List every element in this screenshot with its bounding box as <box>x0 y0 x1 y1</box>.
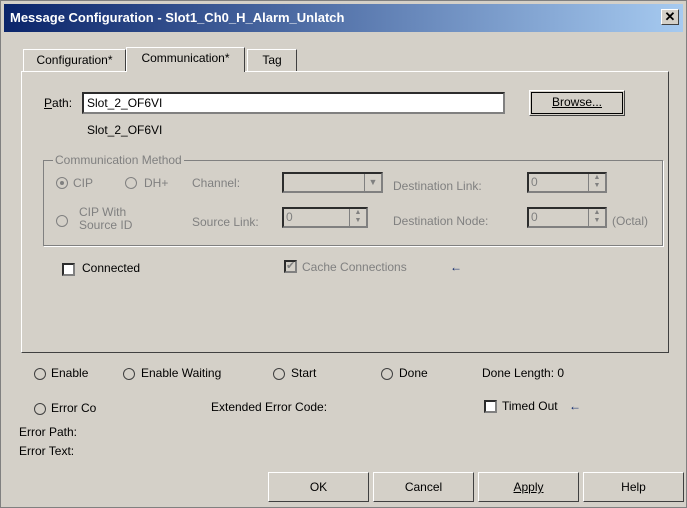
tab-communication[interactable]: Communication* <box>126 47 245 72</box>
connected-label: Connected <box>82 261 141 275</box>
octal-label: (Octal) <box>612 214 648 228</box>
cip-with-source-label: CIP With Source ID <box>79 205 133 232</box>
destination-link-spinner[interactable]: 0 ▲ ▼ <box>527 172 607 193</box>
arrow-left-icon: ← <box>450 260 462 274</box>
spinner-arrows-icon: ▲ ▼ <box>588 174 605 191</box>
enable-indicator <box>34 368 46 380</box>
cancel-button[interactable]: Cancel <box>373 472 474 502</box>
cache-connections-label: Cache Connections <box>302 260 407 274</box>
channel-label: Channel: <box>192 176 241 190</box>
window-title: Message Configuration - Slot1_Ch0_H_Alar… <box>10 10 345 25</box>
done-indicator <box>381 368 393 380</box>
error-path-label: Error Path: <box>19 425 78 439</box>
enable-label: Enable <box>51 366 89 380</box>
message-configuration-dialog: Message Configuration - Slot1_Ch0_H_Alar… <box>0 0 687 508</box>
error-text-label: Error Text: <box>19 444 75 458</box>
error-code-indicator <box>34 403 46 415</box>
dhplus-radio[interactable] <box>125 177 137 189</box>
resolved-path: Slot_2_OF6VI <box>87 123 163 137</box>
checkmark-icon: ✔ <box>286 260 296 272</box>
start-indicator <box>273 368 285 380</box>
done-length-label: Done Length: 0 <box>482 366 565 380</box>
cip-with-source-radio[interactable] <box>56 215 68 227</box>
title-bar[interactable]: Message Configuration - Slot1_Ch0_H_Alar… <box>4 4 683 32</box>
channel-combo[interactable]: ▼ <box>282 172 383 193</box>
browse-button[interactable]: Browse... <box>529 90 625 116</box>
cip-label: CIP <box>73 176 94 190</box>
destination-node-label: Destination Node: <box>393 214 489 228</box>
source-link-label: Source Link: <box>192 215 259 229</box>
chevron-down-icon: ▼ <box>364 174 381 191</box>
path-label: Path: <box>44 96 73 110</box>
timed-out-checkbox[interactable] <box>484 400 497 413</box>
destination-node-spinner[interactable]: 0 ▲ ▼ <box>527 207 607 228</box>
enable-waiting-label: Enable Waiting <box>141 366 222 380</box>
close-icon: ✕ <box>664 9 676 24</box>
help-button[interactable]: Help <box>583 472 684 502</box>
tab-configuration[interactable]: Configuration* <box>23 49 126 71</box>
done-label: Done <box>399 366 428 380</box>
path-input[interactable]: Slot_2_OF6VI <box>82 92 505 114</box>
spinner-arrows-icon: ▲ ▼ <box>349 209 366 226</box>
arrow-left-icon: ← <box>569 399 581 413</box>
cip-radio[interactable] <box>56 177 68 189</box>
start-label: Start <box>291 366 317 380</box>
extended-error-code-label: Extended Error Code: <box>211 400 328 414</box>
cache-connections-checkbox[interactable]: ✔ <box>284 260 297 273</box>
destination-link-label: Destination Link: <box>393 179 482 193</box>
spinner-arrows-icon: ▲ ▼ <box>588 209 605 226</box>
communication-method-label: Communication Method <box>53 153 184 167</box>
dhplus-label: DH+ <box>144 176 169 190</box>
connected-checkbox[interactable] <box>62 263 75 276</box>
ok-button[interactable]: OK <box>268 472 369 502</box>
tab-tag[interactable]: Tag <box>247 49 297 71</box>
enable-waiting-indicator <box>123 368 135 380</box>
source-link-spinner[interactable]: 0 ▲ ▼ <box>282 207 368 228</box>
apply-button[interactable]: Apply <box>478 472 579 502</box>
close-button[interactable]: ✕ <box>661 9 679 25</box>
timed-out-label: Timed Out <box>502 399 558 413</box>
error-code-label: Error Co <box>51 401 97 415</box>
